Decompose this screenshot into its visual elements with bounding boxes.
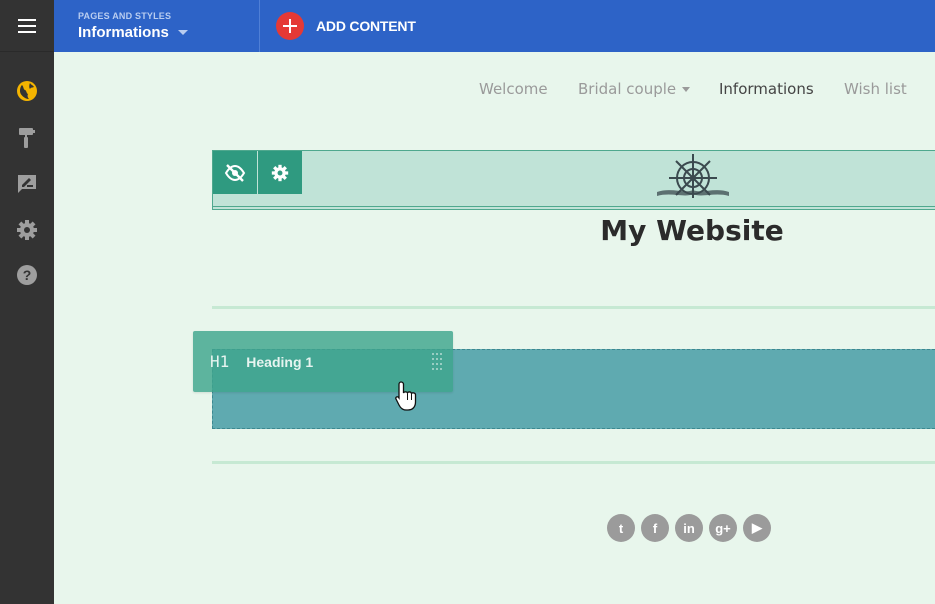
pages-and-styles-selector[interactable]: PAGES AND STYLES Informations [54, 0, 260, 52]
chevron-down-icon [682, 86, 691, 92]
nav-item-label: Bridal couple [578, 80, 677, 98]
help-icon[interactable]: ? [15, 263, 39, 287]
site-title[interactable]: My Website [560, 214, 824, 247]
chevron-down-icon [177, 30, 188, 35]
facebook-icon[interactable]: f [641, 514, 669, 542]
nav-item-welcome[interactable]: Welcome [479, 80, 548, 98]
google-plus-icon[interactable]: g+ [709, 514, 737, 542]
header-bottom-line [213, 206, 935, 207]
ship-wheel-logo [655, 150, 731, 200]
plus-icon [276, 12, 304, 40]
nav-item-informations[interactable]: Informations [719, 80, 814, 98]
gear-icon[interactable] [15, 218, 39, 242]
nav-item-label: Informations [719, 80, 814, 98]
eye-off-icon [224, 163, 246, 182]
heading-label: Heading 1 [246, 353, 314, 370]
paint-roller-icon[interactable] [15, 126, 39, 150]
add-content-button[interactable]: ADD CONTENT [276, 12, 416, 40]
hamburger-icon[interactable] [0, 0, 54, 52]
social-icons: t f in g+ ▶ [607, 514, 777, 542]
hide-section-button[interactable] [213, 151, 257, 194]
globe-icon[interactable] [15, 79, 39, 103]
section-divider [212, 461, 935, 464]
gear-icon [271, 164, 289, 181]
nav-item-bridal-couple[interactable]: Bridal couple [578, 80, 691, 98]
left-sidebar: ? [0, 0, 54, 604]
section-divider [212, 306, 935, 309]
current-page-dropdown[interactable]: Informations [78, 24, 259, 41]
youtube-icon[interactable]: ▶ [743, 514, 771, 542]
h1-icon: H1 [210, 352, 230, 371]
edit-comment-icon[interactable] [15, 172, 39, 196]
section-settings-button[interactable] [258, 151, 302, 194]
drag-handle-icon[interactable] [432, 353, 444, 371]
add-content-label: ADD CONTENT [316, 18, 416, 34]
nav-item-label: Wish list [844, 80, 907, 98]
top-bar: PAGES AND STYLES Informations ADD CONTEN… [54, 0, 935, 52]
header-section[interactable] [212, 150, 935, 210]
nav-item-wish-list[interactable]: Wish list [844, 80, 907, 98]
linkedin-icon[interactable]: in [675, 514, 703, 542]
svg-text:?: ? [23, 267, 32, 283]
nav-item-label: Welcome [479, 80, 548, 98]
current-page-label: Informations [78, 24, 169, 41]
pages-and-styles-label: PAGES AND STYLES [78, 11, 172, 21]
twitter-icon[interactable]: t [607, 514, 635, 542]
hand-cursor-icon [394, 380, 418, 412]
